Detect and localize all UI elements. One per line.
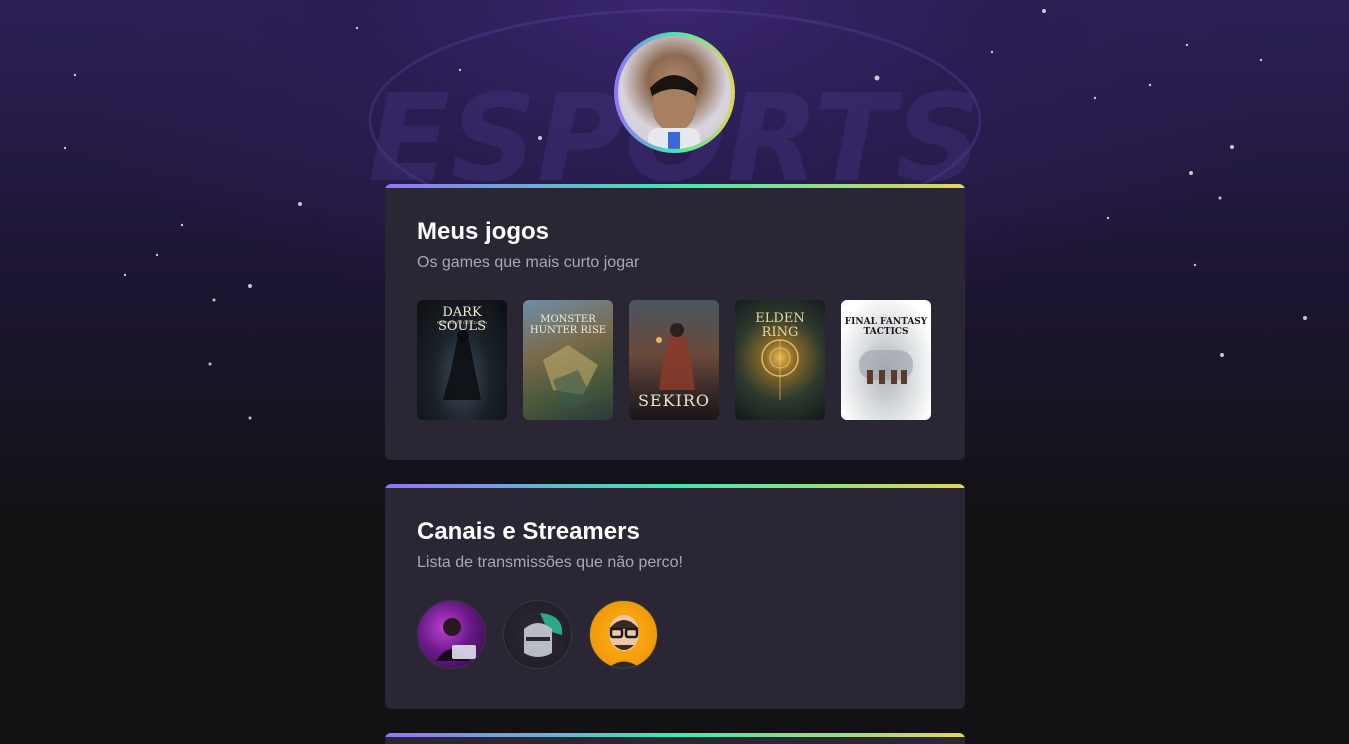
third-card: [385, 733, 965, 744]
streamer-avatar-purple[interactable]: [417, 600, 486, 669]
streamers-list: [417, 600, 658, 669]
game-cover-sekiro[interactable]: SEKIRO: [629, 300, 719, 420]
game-title: SEKIRO: [637, 391, 711, 410]
game-cover-monster-hunter-rise[interactable]: MONSTER HUNTER RISE: [523, 300, 613, 420]
game-cover-elden-ring[interactable]: ELDEN RING: [735, 300, 825, 420]
profile-avatar[interactable]: [614, 32, 735, 153]
streamers-title: Canais e Streamers: [417, 518, 640, 545]
profile-photo: [618, 36, 731, 149]
games-title: Meus jogos: [417, 218, 550, 245]
games-subtitle: Os games que mais curto jogar: [417, 254, 640, 271]
games-list: DARK SOULS PREPARE TO DIE EDITION MONSTE…: [417, 300, 931, 420]
knight-helmet-icon[interactable]: [503, 600, 572, 669]
game-cover-final-fantasy-tactics[interactable]: FINAL FANTASY TACTICS: [841, 300, 931, 420]
streamers-subtitle: Lista de transmissões que não perco!: [417, 554, 683, 571]
glasses-man-avatar[interactable]: [589, 600, 658, 669]
games-card: Meus jogos Os games que mais curto jogar…: [385, 184, 965, 460]
game-cover-dark-souls[interactable]: DARK SOULS PREPARE TO DIE EDITION: [417, 300, 507, 420]
streamers-card: Canais e Streamers Lista de transmissões…: [385, 484, 965, 709]
